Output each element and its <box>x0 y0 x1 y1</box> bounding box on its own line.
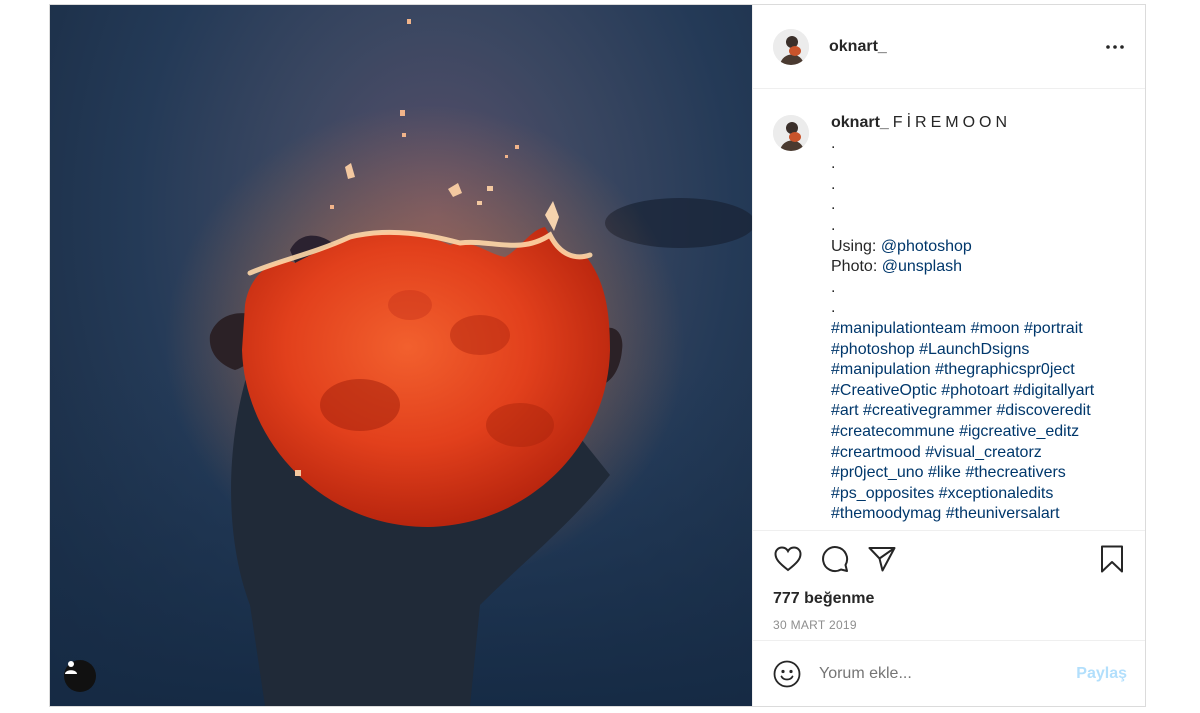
post-sidebar: oknart_ oknart_ FİREMOON . . . . . Using:… <box>752 5 1145 706</box>
like-count[interactable]: 777 beğenme <box>773 590 1127 608</box>
hashtag-line[interactable]: #themoodymag #theuniversalart <box>831 504 1094 525</box>
paper-plane-icon[interactable] <box>867 544 897 574</box>
hashtag-line[interactable]: #art #creativegrammer #discoveredit <box>831 401 1094 422</box>
caption-dot: . <box>831 278 836 296</box>
hashtag-line[interactable]: #manipulationteam #moon #portrait <box>831 319 1094 340</box>
firemoon-photo <box>50 19 752 706</box>
share-comment-button[interactable]: Paylaş <box>1076 665 1127 683</box>
hashtag-line[interactable]: #CreativeOptic #photoart #digitallyart <box>831 381 1094 402</box>
unsplash-mention-link[interactable]: @unsplash <box>882 258 962 275</box>
caption-dot: . <box>831 175 836 193</box>
caption-dot: . <box>831 216 836 234</box>
post-header: oknart_ <box>753 5 1145 89</box>
hashtag-line[interactable]: #creartmood #visual_creatorz <box>831 443 1094 464</box>
caption-dot: . <box>831 299 836 317</box>
comment-bubble-icon[interactable] <box>820 544 850 574</box>
avatar[interactable] <box>773 28 809 65</box>
post-image[interactable] <box>50 5 752 706</box>
caption-dot: . <box>831 155 836 173</box>
caption-title: FİREMOON <box>892 114 1012 131</box>
user-tag-icon[interactable] <box>64 660 96 692</box>
post-username[interactable]: oknart_ <box>829 38 887 56</box>
hashtag-line[interactable]: #ps_opposites #xceptionaledits <box>831 484 1094 505</box>
caption-dot: . <box>831 134 836 152</box>
comment-bar: Paylaş <box>753 640 1145 706</box>
hashtag-line[interactable]: #pr0ject_uno #like #thecreativers <box>831 463 1094 484</box>
hashtag-line[interactable]: #photoshop #LaunchDsigns <box>831 340 1094 361</box>
instagram-post: oknart_ oknart_ FİREMOON . . . . . Using:… <box>49 4 1146 707</box>
bookmark-icon[interactable] <box>1097 544 1127 574</box>
emoji-icon[interactable] <box>773 660 801 688</box>
more-options-icon[interactable] <box>1103 35 1127 59</box>
post-date[interactable]: 30 MART 2019 <box>773 618 1127 632</box>
hashtag-line[interactable]: #createcommune #igcreative_editz <box>831 422 1094 443</box>
using-label: Using: <box>831 237 877 255</box>
caption-area: oknart_ FİREMOON . . . . . Using: @photos… <box>753 89 1145 530</box>
post-actions: 777 beğenme 30 MART 2019 <box>753 530 1145 640</box>
caption-username[interactable]: oknart_ <box>831 114 889 131</box>
hashtag-line[interactable]: #manipulation #thegraphicspr0ject <box>831 360 1094 381</box>
comment-input[interactable] <box>819 664 1077 683</box>
heart-icon[interactable] <box>773 544 803 574</box>
caption-dot: . <box>831 196 836 214</box>
photo-label: Photo: <box>831 258 878 276</box>
caption-avatar[interactable] <box>773 115 809 151</box>
photoshop-mention-link[interactable]: @photoshop <box>881 238 972 255</box>
caption-text: oknart_ FİREMOON . . . . . Using: @photos… <box>831 113 1094 530</box>
